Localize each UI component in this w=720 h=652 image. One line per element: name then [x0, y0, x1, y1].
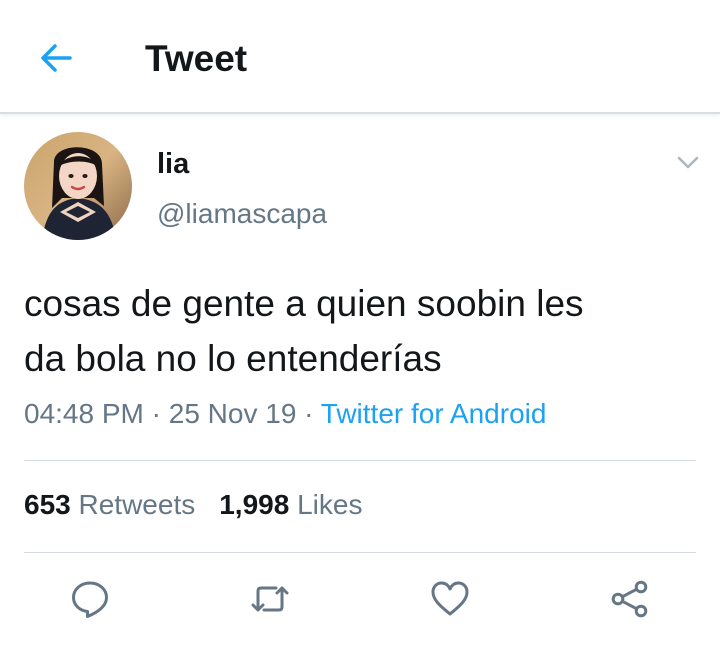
share-icon: [611, 580, 648, 618]
arrow-left-icon: [41, 44, 72, 72]
chevron-down-icon: [677, 156, 699, 169]
tweet-meta: 04:48 PM · 25 Nov 19 · Twitter for Andro…: [24, 398, 546, 430]
likes-count: 1,998: [219, 489, 290, 520]
tweet-source-link[interactable]: Twitter for Android: [321, 398, 547, 429]
retweets-stat[interactable]: 653 Retweets: [24, 489, 195, 520]
share-button[interactable]: [609, 578, 651, 620]
like-icon: [431, 581, 469, 616]
more-options-button[interactable]: [673, 150, 703, 176]
avatar[interactable]: [24, 132, 132, 240]
retweets-count: 653: [24, 489, 71, 520]
meta-separator: ·: [151, 398, 161, 429]
likes-label: Likes: [297, 489, 363, 520]
reply-icon: [72, 581, 108, 618]
author-display-name[interactable]: lia: [157, 148, 189, 181]
divider: [24, 460, 696, 461]
retweet-button[interactable]: [249, 578, 291, 620]
divider: [24, 552, 696, 553]
avatar-image: [24, 132, 132, 240]
tweet-date: 25 Nov 19: [168, 398, 297, 429]
reply-button[interactable]: [69, 578, 111, 620]
retweet-icon: [251, 586, 289, 612]
back-button[interactable]: [36, 38, 76, 78]
meta-separator: ·: [304, 398, 314, 429]
author-handle[interactable]: @liamascapa: [157, 198, 327, 230]
tweet-stats: 653 Retweets 1,998 Likes: [24, 489, 362, 521]
tweet-time: 04:48 PM: [24, 398, 144, 429]
app-header: Tweet: [0, 0, 720, 114]
like-button[interactable]: [429, 578, 471, 620]
tweet-text: cosas de gente a quien soobin les da bol…: [24, 283, 584, 379]
page-title: Tweet: [145, 38, 248, 79]
retweets-label: Retweets: [78, 489, 196, 520]
likes-stat[interactable]: 1,998 Likes: [219, 489, 362, 520]
